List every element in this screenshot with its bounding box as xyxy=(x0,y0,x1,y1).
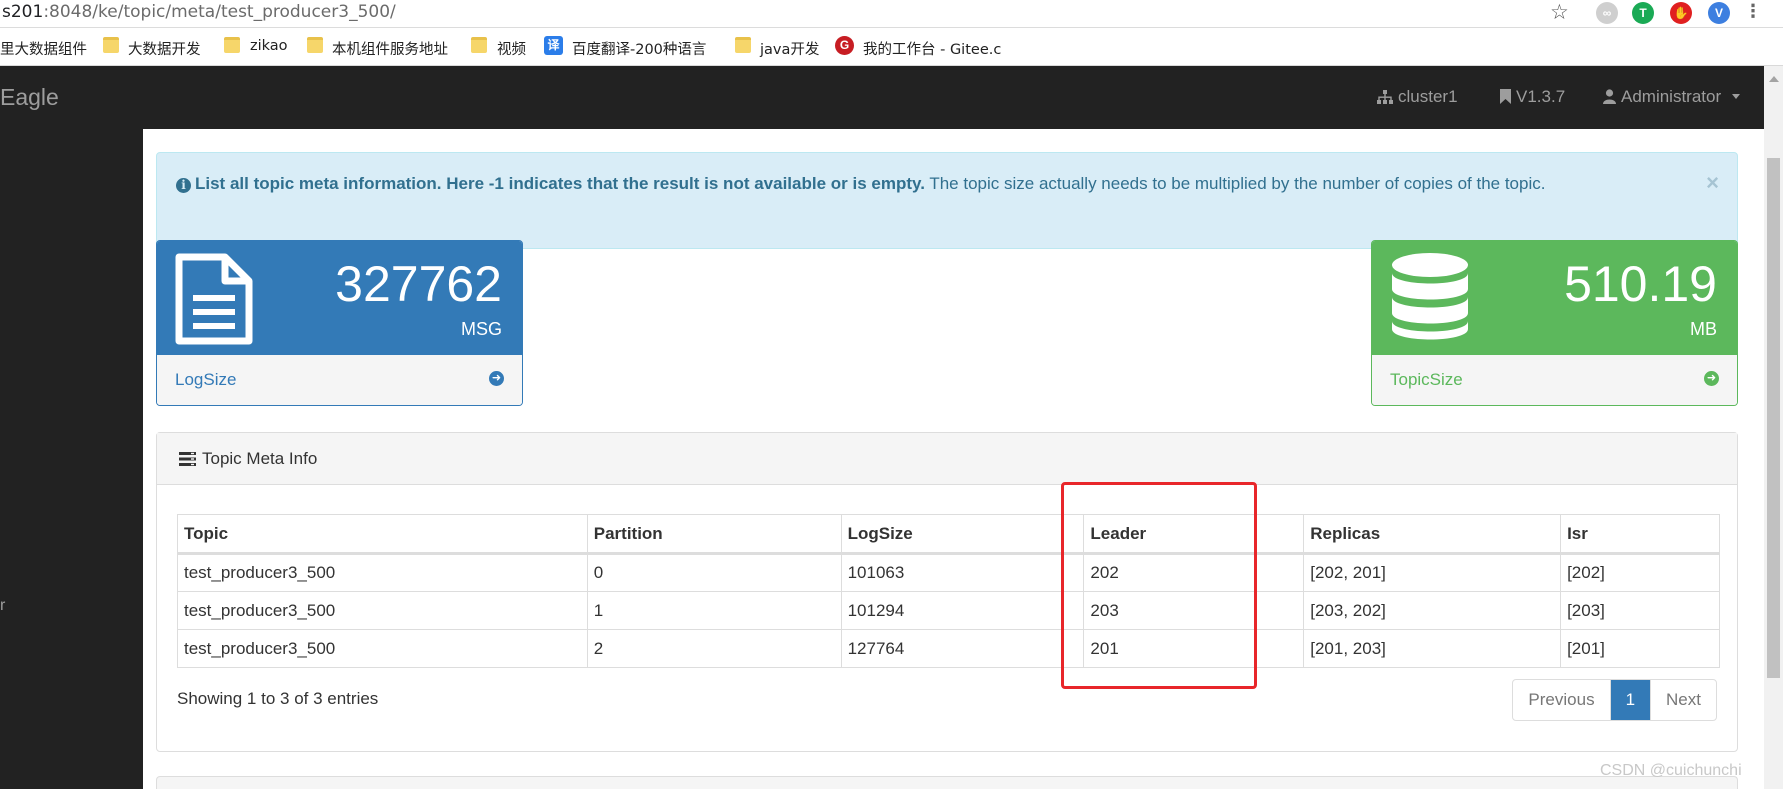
translate-icon: 译 xyxy=(544,36,563,55)
caret-down-icon xyxy=(1731,94,1740,99)
file-text-icon xyxy=(175,253,253,345)
bookmark-item[interactable]: 大数据开发 xyxy=(128,38,201,59)
database-icon xyxy=(1392,253,1468,340)
topic-meta-panel: Topic Meta Info Topic Partition LogSize … xyxy=(156,432,1738,752)
table-header-row: Topic Partition LogSize Leader Replicas … xyxy=(177,514,1720,555)
cell-isr: [201] xyxy=(1560,629,1720,668)
cell-isr: [203] xyxy=(1560,591,1720,630)
bookmarks-bar: 里大数据组件 大数据开发 zikao 本机组件服务地址 视频 译 百度翻译-20… xyxy=(0,28,1783,66)
panel-title: Topic Meta Info xyxy=(179,449,317,469)
sidebar: r xyxy=(0,129,143,789)
next-page-button[interactable]: Next xyxy=(1650,680,1716,720)
sidebar-item-label[interactable]: r xyxy=(0,597,5,615)
previous-page-button[interactable]: Previous xyxy=(1513,680,1611,720)
table-info-text: Showing 1 to 3 of 3 entries xyxy=(177,689,379,708)
app-navbar: Eagle cluster1 V1.3.7 Administrator xyxy=(0,66,1764,129)
folder-icon xyxy=(224,37,240,53)
server-icon xyxy=(179,452,196,466)
table-row: test_producer3_500 1 101294 203 [203, 20… xyxy=(177,591,1720,630)
leader-highlight-box xyxy=(1061,482,1257,689)
version-menu[interactable]: V1.3.7 xyxy=(1500,87,1565,107)
extension-icon[interactable]: ∞ xyxy=(1596,2,1618,24)
topicsize-footer-link[interactable]: TopicSize ➜ xyxy=(1372,355,1737,405)
user-icon xyxy=(1603,89,1616,104)
bookmark-item[interactable]: zikao xyxy=(250,38,288,54)
topicsize-unit: MB xyxy=(1690,319,1717,339)
column-header-partition[interactable]: Partition xyxy=(586,514,842,555)
bookmark-item[interactable]: 我的工作台 - Gitee.c xyxy=(863,38,1001,59)
pagination: Previous 1 Next xyxy=(1512,679,1717,721)
topicsize-value: 510.19 xyxy=(1564,256,1717,312)
page-scrollbar[interactable] xyxy=(1764,66,1783,789)
bookmark-item[interactable]: java开发 xyxy=(760,38,819,59)
gitee-icon: G xyxy=(835,36,854,55)
cell-replicas: [201, 203] xyxy=(1303,629,1562,668)
shield-extension-icon[interactable]: T xyxy=(1632,2,1654,24)
topicsize-panel-head: 510.19 MB xyxy=(1372,241,1737,355)
bookmark-star-icon[interactable]: ☆ xyxy=(1550,0,1569,25)
bookmark-item[interactable]: 视频 xyxy=(497,38,526,59)
logsize-footer-link[interactable]: LogSize ➜ xyxy=(157,355,522,405)
stop-extension-icon[interactable]: ✋ xyxy=(1670,2,1692,24)
brand-title[interactable]: Eagle xyxy=(0,84,59,111)
arrow-circle-right-icon: ➜ xyxy=(1704,371,1719,386)
topicsize-panel: 510.19 MB TopicSize ➜ xyxy=(1371,240,1738,406)
cell-isr: [202] xyxy=(1560,553,1720,592)
column-header-logsize[interactable]: LogSize xyxy=(840,514,1085,555)
cell-partition: 0 xyxy=(586,553,842,592)
logsize-unit: MSG xyxy=(460,319,502,339)
cell-topic: test_producer3_500 xyxy=(177,629,588,668)
cell-replicas: [203, 202] xyxy=(1303,591,1562,630)
logsize-label: LogSize xyxy=(175,370,237,389)
sitemap-icon xyxy=(1377,90,1393,104)
table-row: test_producer3_500 2 127764 201 [201, 20… xyxy=(177,629,1720,668)
next-panel-edge xyxy=(156,776,1738,789)
cell-topic: test_producer3_500 xyxy=(177,591,588,630)
scroll-thumb[interactable] xyxy=(1767,158,1780,678)
browser-url-bar[interactable]: s201:8048/ke/topic/meta/test_producer3_5… xyxy=(0,0,1783,28)
alert-close-button[interactable]: × xyxy=(1706,170,1719,196)
logsize-value: 327762 xyxy=(335,256,502,312)
scroll-up-arrow-icon[interactable] xyxy=(1769,76,1779,82)
bookmark-item[interactable]: 本机组件服务地址 xyxy=(332,38,448,59)
folder-icon xyxy=(307,37,323,53)
column-header-replicas[interactable]: Replicas xyxy=(1303,514,1562,555)
bookmark-icon xyxy=(1500,89,1511,104)
menu-dots-icon[interactable]: ⋮ xyxy=(1742,2,1764,24)
cell-partition: 1 xyxy=(586,591,842,630)
info-circle-icon: i xyxy=(176,178,191,193)
cell-logsize: 101063 xyxy=(840,553,1085,592)
cluster-menu[interactable]: cluster1 xyxy=(1377,87,1458,107)
url-text[interactable]: s201:8048/ke/topic/meta/test_producer3_5… xyxy=(2,2,396,22)
info-alert: i List all topic meta information. Here -… xyxy=(156,152,1738,249)
topicsize-label: TopicSize xyxy=(1390,370,1463,389)
cell-partition: 2 xyxy=(586,629,842,668)
watermark: CSDN @cuichunchi xyxy=(1600,762,1742,779)
cell-logsize: 101294 xyxy=(840,591,1085,630)
user-menu[interactable]: Administrator xyxy=(1603,87,1740,107)
column-header-topic[interactable]: Topic xyxy=(177,514,588,555)
logsize-panel-head: 327762 MSG xyxy=(157,241,522,355)
cell-logsize: 127764 xyxy=(840,629,1085,668)
bookmark-item[interactable]: 百度翻译-200种语言 xyxy=(572,38,706,59)
logsize-panel: 327762 MSG LogSize ➜ xyxy=(156,240,523,406)
v-extension-icon[interactable]: V xyxy=(1708,2,1730,24)
alert-message: i List all topic meta information. Here -… xyxy=(176,174,1545,194)
topic-meta-panel-head: Topic Meta Info xyxy=(157,433,1737,485)
page-1-button[interactable]: 1 xyxy=(1610,680,1651,720)
folder-icon xyxy=(471,37,487,53)
folder-icon xyxy=(103,37,119,53)
table-row: test_producer3_500 0 101063 202 [202, 20… xyxy=(177,553,1720,592)
bookmark-item[interactable]: 里大数据组件 xyxy=(0,38,87,59)
column-header-isr[interactable]: Isr xyxy=(1560,514,1720,555)
cell-topic: test_producer3_500 xyxy=(177,553,588,592)
folder-icon xyxy=(735,37,751,53)
arrow-circle-right-icon: ➜ xyxy=(489,371,504,386)
topic-meta-table: Topic Partition LogSize Leader Replicas … xyxy=(177,514,1720,668)
cell-replicas: [202, 201] xyxy=(1303,553,1562,592)
